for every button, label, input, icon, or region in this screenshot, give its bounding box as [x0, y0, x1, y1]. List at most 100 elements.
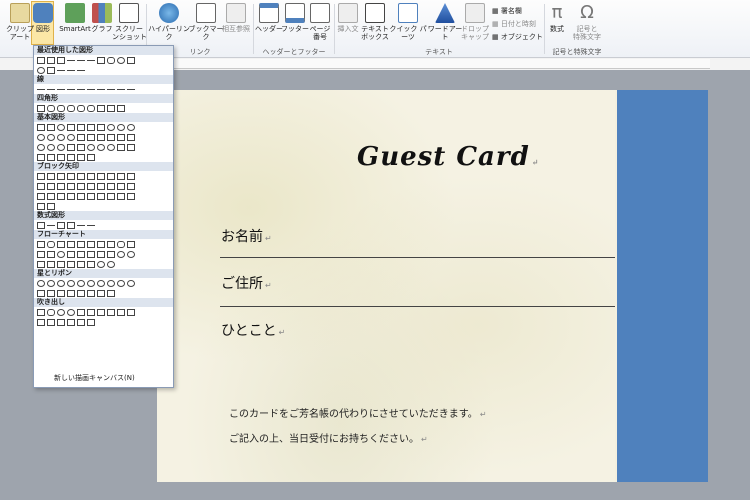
callout-shape[interactable]: [107, 308, 115, 316]
callout-shape[interactable]: [117, 308, 125, 316]
callout-shape[interactable]: [67, 318, 75, 326]
quick-parts-button[interactable]: クイック パーツ: [388, 3, 428, 41]
oval-shape[interactable]: [57, 123, 65, 131]
oval-shape[interactable]: [57, 143, 65, 151]
hexagon-shape[interactable]: [117, 123, 125, 131]
flowchart-shape[interactable]: [77, 240, 85, 248]
object-item[interactable]: ▦ オブジェクト: [492, 32, 543, 42]
rounded-rectangle-shape[interactable]: [57, 104, 65, 112]
brace-shape[interactable]: [87, 153, 95, 161]
arrow-shape[interactable]: [87, 192, 95, 200]
hyperlink-button[interactable]: ハイパーリンク: [148, 3, 190, 41]
ribbon-shape[interactable]: [67, 289, 75, 297]
oval-shape[interactable]: [117, 56, 125, 64]
flowchart-shape[interactable]: [37, 250, 45, 258]
flowchart-shape[interactable]: [97, 240, 105, 248]
callout-shape[interactable]: [127, 308, 135, 316]
triangle-shape[interactable]: [67, 123, 75, 131]
arrow-shape[interactable]: [87, 172, 95, 180]
page-number-button[interactable]: ページ 番号: [306, 3, 334, 41]
bracket-shape[interactable]: [57, 153, 65, 161]
rounded-rectangle-shape[interactable]: [107, 56, 115, 64]
oval-shape[interactable]: [37, 143, 45, 151]
arrow-shape[interactable]: [47, 202, 55, 210]
arrow-shape[interactable]: [77, 192, 85, 200]
ribbon-shape[interactable]: [57, 289, 65, 297]
flowchart-shape[interactable]: [107, 250, 115, 258]
oval-shape[interactable]: [37, 66, 45, 74]
flowchart-shape[interactable]: [97, 260, 105, 268]
bracket-shape[interactable]: [47, 153, 55, 161]
rectangle-shape[interactable]: [97, 104, 105, 112]
flowchart-shape[interactable]: [47, 240, 55, 248]
ribbon-shape[interactable]: [87, 289, 95, 297]
equal-shape[interactable]: [77, 224, 85, 226]
rectangle-shape[interactable]: [77, 133, 85, 141]
arrow-shape[interactable]: [97, 182, 105, 190]
callout-shape[interactable]: [47, 318, 55, 326]
star-shape[interactable]: [67, 279, 75, 287]
line-shape[interactable]: [47, 88, 55, 90]
oval-shape[interactable]: [47, 143, 55, 151]
bracket-shape[interactable]: [37, 153, 45, 161]
flowchart-shape[interactable]: [37, 240, 45, 248]
arrow-shape[interactable]: [77, 172, 85, 180]
ribbon-shape[interactable]: [97, 289, 105, 297]
new-drawing-canvas-item[interactable]: 新しい描画キャンバス(N): [34, 372, 173, 384]
plus-shape[interactable]: [37, 221, 45, 229]
rectangle-shape[interactable]: [47, 66, 55, 74]
trapezoid-shape[interactable]: [87, 123, 95, 131]
oval-shape[interactable]: [57, 133, 65, 141]
brace-shape[interactable]: [67, 153, 75, 161]
arrow-shape[interactable]: [127, 172, 135, 180]
callout-shape[interactable]: [37, 308, 45, 316]
wordart-button[interactable]: ワードアート: [426, 3, 464, 41]
callout-shape[interactable]: [37, 318, 45, 326]
callout-shape[interactable]: [77, 308, 85, 316]
flowchart-shape[interactable]: [47, 250, 55, 258]
screenshot-button[interactable]: スクリー ンショット: [112, 3, 147, 41]
oval-shape[interactable]: [67, 133, 75, 141]
star-shape[interactable]: [57, 279, 65, 287]
flowchart-shape[interactable]: [97, 250, 105, 258]
rectangle-shape[interactable]: [107, 133, 115, 141]
rectangle-shape[interactable]: [57, 56, 65, 64]
arrow-shape[interactable]: [117, 172, 125, 180]
rectangle-shape[interactable]: [97, 56, 105, 64]
flowchart-shape[interactable]: [87, 250, 95, 258]
drop-cap-button[interactable]: ドロップ キャップ: [460, 3, 490, 41]
pentagon-shape[interactable]: [107, 123, 115, 131]
line-shape[interactable]: [67, 88, 75, 90]
text-box-shape[interactable]: [37, 123, 45, 131]
star-shape[interactable]: [117, 279, 125, 287]
arrow-shape[interactable]: [57, 192, 65, 200]
insert-text-button[interactable]: 挿入文: [334, 3, 362, 33]
arrow-shape[interactable]: [57, 182, 65, 190]
arrow-shape[interactable]: [37, 202, 45, 210]
rectangle-shape[interactable]: [67, 143, 75, 151]
rectangle-shape[interactable]: [127, 143, 135, 151]
flowchart-shape[interactable]: [117, 250, 125, 258]
arrow-shape[interactable]: [37, 192, 45, 200]
blue-side-bar[interactable]: [617, 90, 708, 482]
flowchart-shape[interactable]: [87, 260, 95, 268]
arrow-shape[interactable]: [107, 172, 115, 180]
rectangle-shape[interactable]: [37, 104, 45, 112]
line-shape[interactable]: [67, 59, 75, 61]
arrow-shape[interactable]: [47, 182, 55, 190]
smartart-button[interactable]: SmartArt: [58, 3, 92, 33]
line-shape[interactable]: [77, 69, 85, 71]
signature-line-item[interactable]: ▦ 署名欄: [492, 6, 522, 16]
star-shape[interactable]: [77, 279, 85, 287]
octagon-shape[interactable]: [127, 123, 135, 131]
rectangle-shape[interactable]: [87, 133, 95, 141]
moon-shape[interactable]: [107, 143, 115, 151]
rounded-rectangle-shape[interactable]: [87, 104, 95, 112]
shapes-button[interactable]: 図形: [24, 3, 62, 33]
callout-shape[interactable]: [67, 308, 75, 316]
line-shape[interactable]: [87, 59, 95, 61]
arrow-shape[interactable]: [87, 182, 95, 190]
flowchart-shape[interactable]: [127, 250, 135, 258]
flowchart-shape[interactable]: [67, 240, 75, 248]
rectangle-shape[interactable]: [107, 104, 115, 112]
